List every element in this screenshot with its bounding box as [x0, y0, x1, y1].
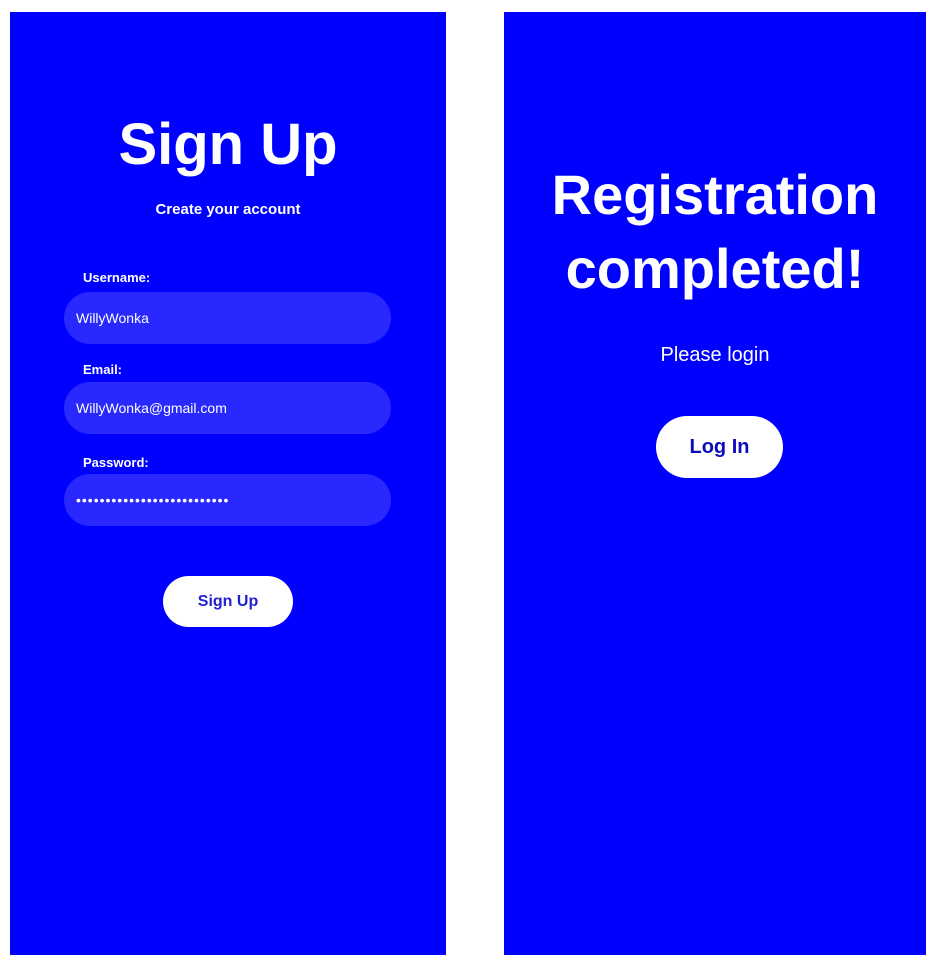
email-input[interactable] — [64, 382, 391, 434]
username-input[interactable] — [64, 292, 391, 344]
email-label: Email: — [83, 362, 123, 377]
signup-button[interactable]: Sign Up — [163, 576, 293, 627]
password-label: Password: — [83, 455, 149, 470]
login-button[interactable]: Log In — [656, 416, 783, 478]
registration-success-panel: Registration completed! Please login Log… — [504, 12, 926, 955]
signup-title: Sign Up — [118, 112, 338, 177]
signup-panel: Sign Up Create your account Username: Em… — [10, 12, 446, 955]
username-label: Username: — [83, 270, 151, 285]
signup-subtitle: Create your account — [155, 201, 301, 218]
registration-success-title: Registration completed! — [551, 163, 879, 300]
password-input[interactable] — [64, 474, 391, 526]
login-prompt-text: Please login — [660, 344, 770, 366]
